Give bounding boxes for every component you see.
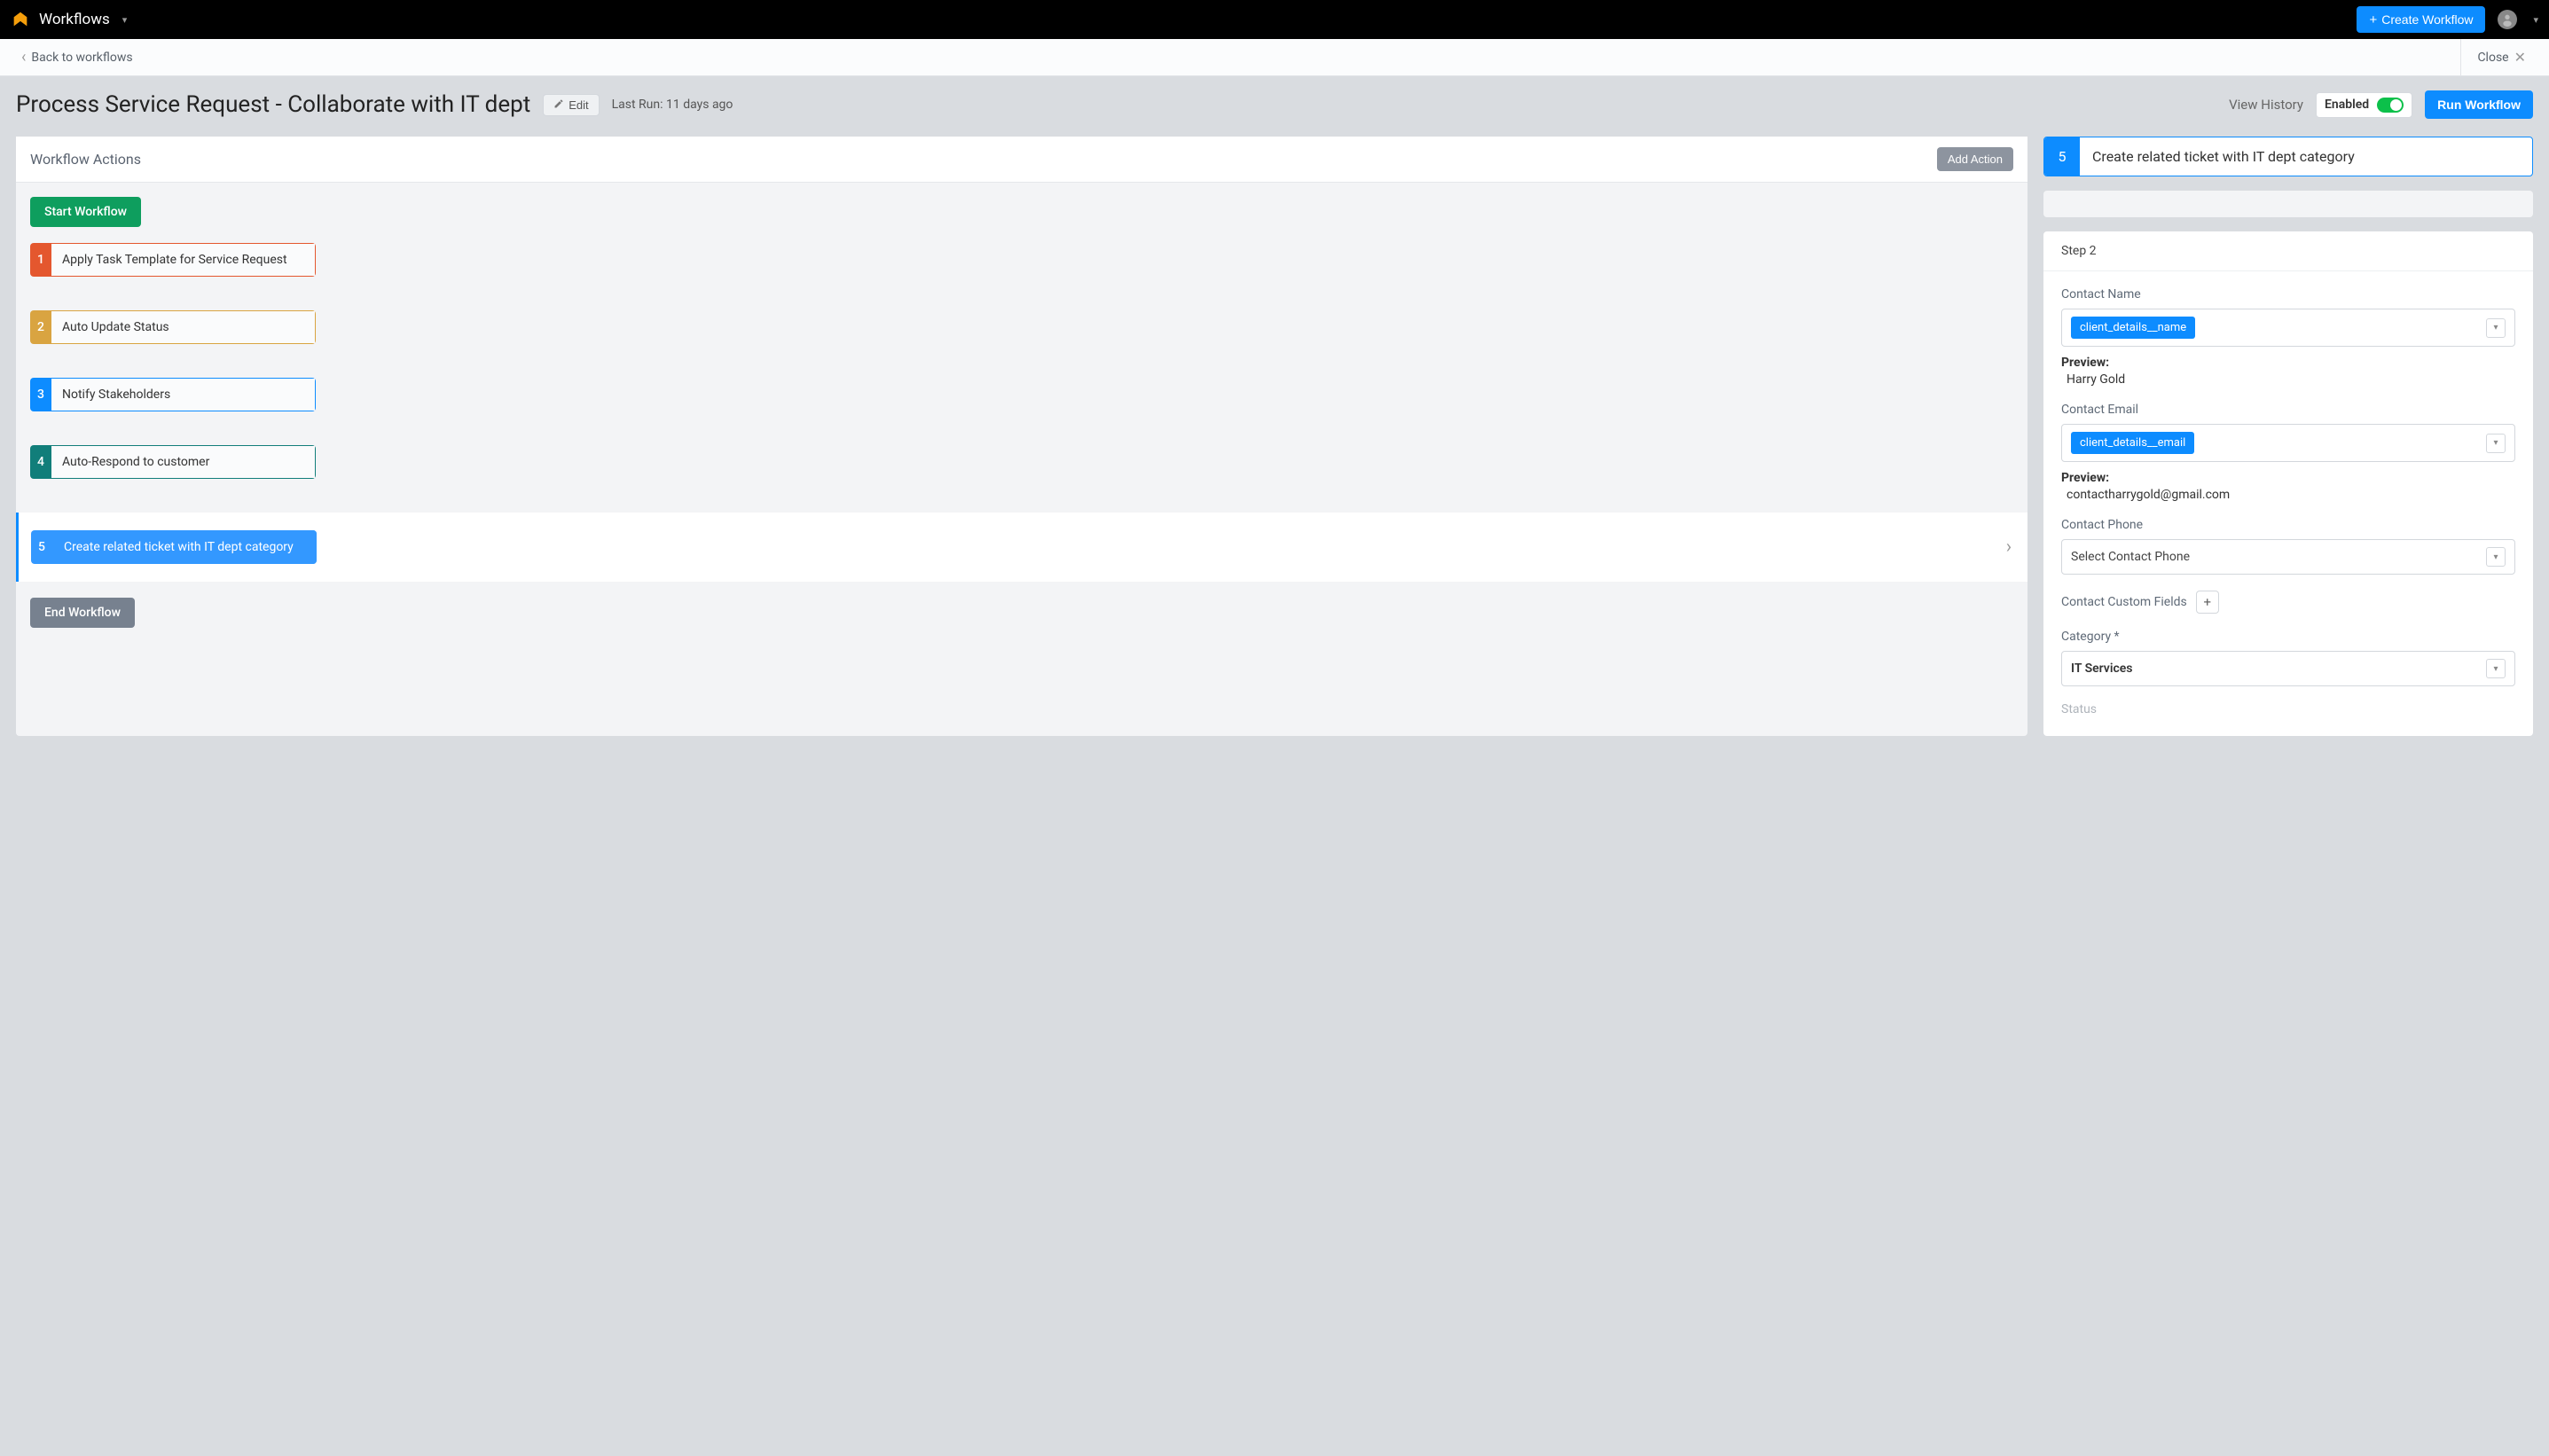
dropdown-icon[interactable]: ▾ [2486,434,2506,453]
chevron-right-icon: › [2006,536,2012,558]
edit-label: Edit [569,98,588,112]
last-run-text: Last Run: 11 days ago [612,98,733,112]
enabled-toggle-wrapper: Enabled [2316,92,2412,118]
action-num: 3 [30,378,51,411]
chevron-left-icon: ‹ [21,48,26,67]
status-group: Status [2061,702,2515,716]
start-workflow-tag: Start Workflow [30,197,141,227]
page-header-left: Process Service Request - Collaborate wi… [16,91,733,118]
nav-left: Workflows ▾ [11,10,127,29]
action-row-selected[interactable]: 5 Create related ticket with IT dept cat… [16,513,2027,582]
action-num: 2 [30,310,51,344]
enabled-label: Enabled [2325,98,2369,112]
close-label: Close [2477,51,2508,65]
field-label: Status [2061,702,2515,716]
field-label: Contact Custom Fields [2061,595,2187,609]
detail-header: 5 Create related ticket with IT dept cat… [2043,137,2533,176]
view-history-link[interactable]: View History [2229,97,2303,113]
actions-header: Workflow Actions Add Action [16,137,2027,183]
preview-value: Harry Gold [2067,372,2515,387]
contact-email-field[interactable]: client_details__email ▾ [2061,424,2515,462]
contact-email-token: client_details__email [2071,432,2194,454]
breadcrumb-bar: ‹ Back to workflows Close ✕ [0,39,2549,76]
action-row-4[interactable]: 4 Auto-Respond to customer [30,445,2013,479]
category-field[interactable]: IT Services ▾ [2061,651,2515,686]
page-header: Process Service Request - Collaborate wi… [0,76,2549,137]
create-workflow-button[interactable]: + Create Workflow [2357,6,2485,33]
action-label: Auto-Respond to customer [51,445,316,479]
action-label: Auto Update Status [51,310,316,344]
step-title: Step 2 [2043,231,2533,271]
top-nav: Workflows ▾ + Create Workflow ▾ [0,0,2549,39]
contact-phone-group: Contact Phone Select Contact Phone ▾ [2061,518,2515,575]
contact-name-token: client_details__name [2071,317,2195,339]
nav-right: + Create Workflow ▾ [2357,6,2538,33]
action-row-2[interactable]: 2 Auto Update Status [30,310,2013,344]
field-label: Contact Phone [2061,518,2515,532]
workflow-actions-panel: Workflow Actions Add Action Start Workfl… [16,137,2027,736]
action-num: 1 [30,243,51,277]
back-label: Back to workflows [31,51,132,65]
preview-label: Preview: [2061,471,2515,485]
preview-value: contactharrygold@gmail.com [2067,488,2515,502]
main-content: Workflow Actions Add Action Start Workfl… [0,137,2549,752]
user-chevron-icon[interactable]: ▾ [2533,14,2538,26]
pencil-icon [553,98,564,112]
action-row-3[interactable]: 3 Notify Stakeholders [30,378,2013,411]
contact-email-group: Contact Email client_details__email ▾ Pr… [2061,403,2515,502]
step-content: Contact Name client_details__name ▾ Prev… [2043,271,2533,716]
run-workflow-button[interactable]: Run Workflow [2425,90,2533,119]
page-title: Process Service Request - Collaborate wi… [16,91,530,118]
back-to-workflows[interactable]: ‹ Back to workflows [21,48,133,67]
action-label: Notify Stakeholders [51,378,316,411]
contact-name-group: Contact Name client_details__name ▾ Prev… [2061,287,2515,387]
avatar[interactable] [2498,10,2517,29]
field-label: Category * [2061,630,2515,644]
page-header-right: View History Enabled Run Workflow [2229,90,2533,119]
end-workflow-tag: End Workflow [30,598,135,628]
action-num: 4 [30,445,51,479]
dropdown-icon[interactable]: ▾ [2486,547,2506,567]
logo-icon [11,10,30,29]
action-row-1[interactable]: 1 Apply Task Template for Service Reques… [30,243,2013,277]
action-label: Create related ticket with IT dept categ… [52,530,317,564]
create-workflow-label: Create Workflow [2381,12,2473,27]
action-label: Apply Task Template for Service Request [51,243,316,277]
field-label: Contact Name [2061,287,2515,301]
detail-header-title: Create related ticket with IT dept categ… [2080,137,2367,176]
dropdown-icon[interactable]: ▾ [2486,318,2506,338]
detail-body: Step 2 Contact Name client_details__name… [2043,231,2533,736]
detail-spacer [2043,191,2533,217]
edit-button[interactable]: Edit [543,94,599,116]
detail-panel: 5 Create related ticket with IT dept cat… [2043,137,2533,736]
enabled-toggle[interactable] [2377,98,2404,113]
actions-body: Start Workflow 1 Apply Task Template for… [16,183,2027,658]
field-label: Contact Email [2061,403,2515,417]
category-group: Category * IT Services ▾ [2061,630,2515,686]
nav-workflows[interactable]: Workflows [39,11,110,28]
detail-header-num: 5 [2044,137,2080,176]
close-icon: ✕ [2514,49,2526,66]
add-custom-field-button[interactable]: + [2196,591,2219,614]
add-action-button[interactable]: Add Action [1937,147,2013,171]
category-value: IT Services [2071,661,2133,676]
contact-phone-placeholder: Select Contact Phone [2071,550,2190,564]
chevron-down-icon[interactable]: ▾ [122,14,128,26]
plus-icon: + [2369,13,2377,27]
dropdown-icon[interactable]: ▾ [2486,659,2506,678]
contact-phone-field[interactable]: Select Contact Phone ▾ [2061,539,2515,575]
contact-name-field[interactable]: client_details__name ▾ [2061,309,2515,347]
close-button[interactable]: Close ✕ [2460,39,2526,75]
actions-title: Workflow Actions [30,151,141,168]
custom-fields-group: Contact Custom Fields + [2061,591,2515,614]
action-num: 5 [31,530,52,564]
preview-label: Preview: [2061,356,2515,370]
